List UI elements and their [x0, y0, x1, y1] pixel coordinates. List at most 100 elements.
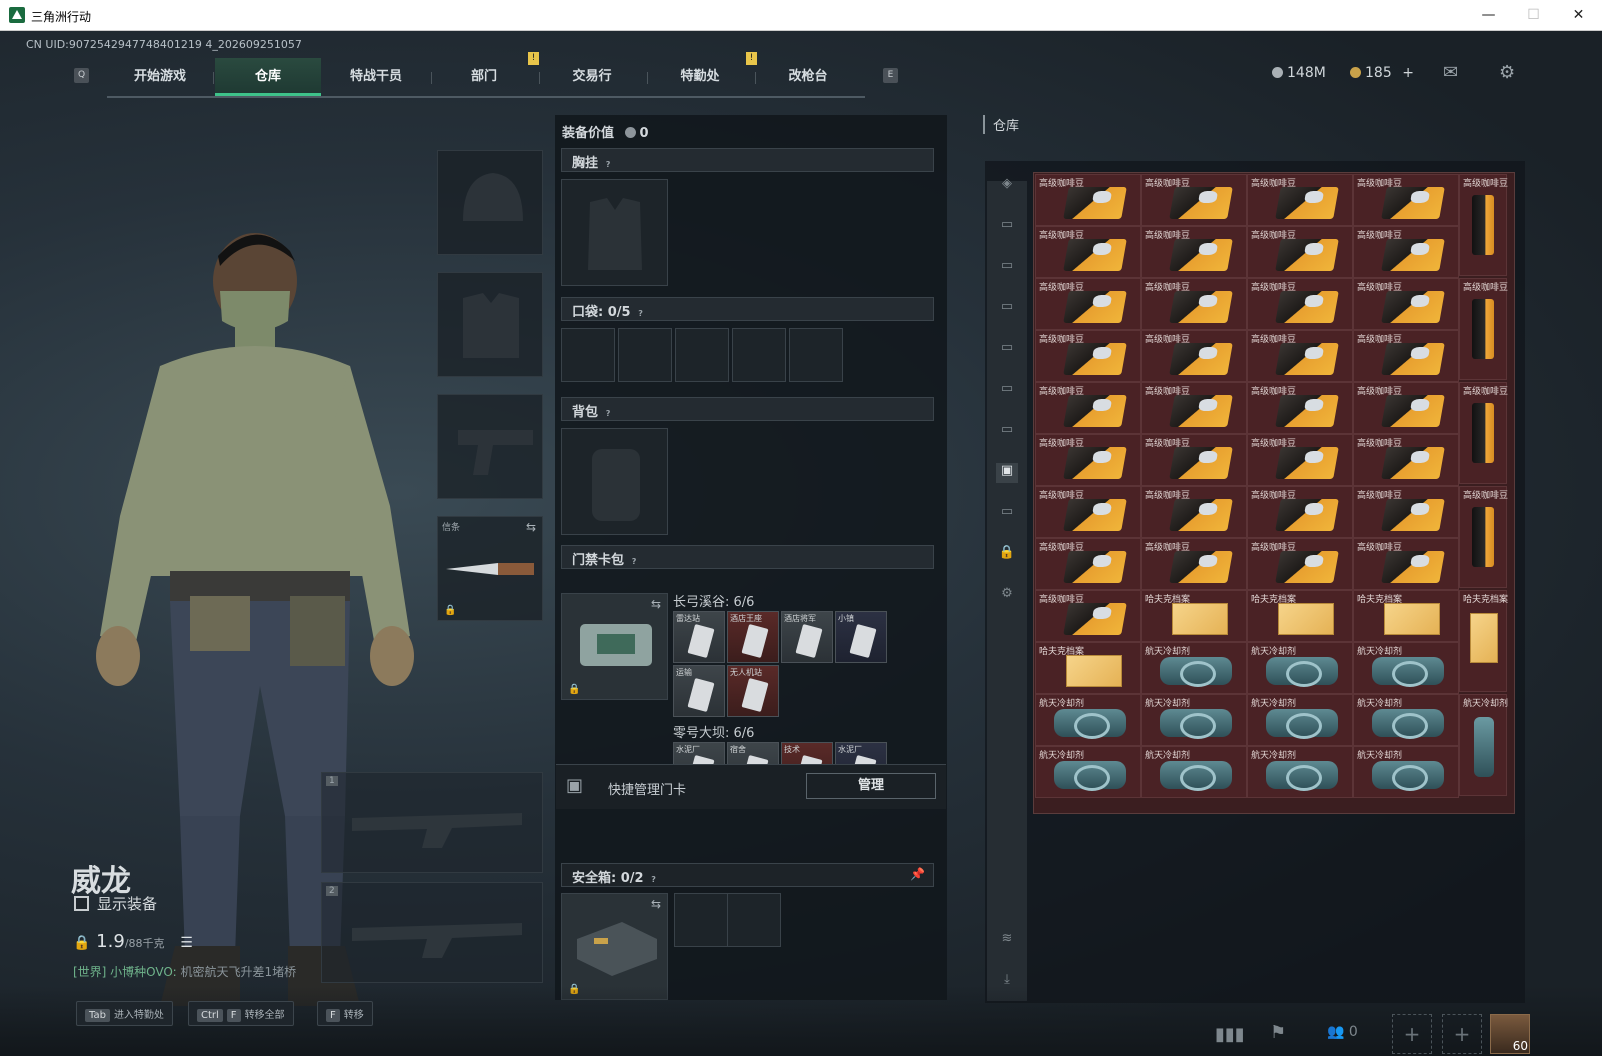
warehouse-item[interactable]: 高级咖啡豆 [1247, 434, 1353, 486]
warehouse-tab-supplies-icon[interactable]: ▭ [996, 504, 1018, 524]
warehouse-item[interactable]: 高级咖啡豆 [1035, 174, 1141, 226]
backpack-slot[interactable] [561, 428, 668, 535]
help-icon[interactable]: ? [602, 408, 614, 420]
warehouse-item[interactable]: 航天冷却剂 [1141, 694, 1247, 746]
warehouse-item[interactable]: 高级咖啡豆 [1353, 330, 1459, 382]
hint-transfer-all[interactable]: Ctrl F 转移全部 [188, 1001, 294, 1026]
keycard-item[interactable]: 酒店将军 [781, 611, 833, 663]
warehouse-item[interactable]: 高级咖啡豆 [1247, 538, 1353, 590]
warehouse-tab-ammo1-icon[interactable]: ▭ [996, 299, 1018, 319]
warehouse-item[interactable]: 高级咖啡豆 [1353, 538, 1459, 590]
tab-warehouse[interactable]: 仓库 [215, 58, 321, 96]
safebox-slot[interactable]: ⇆ 🔒 [561, 893, 668, 1000]
warehouse-item[interactable]: 航天冷却剂 [1247, 694, 1353, 746]
list-icon[interactable]: ☰ [180, 935, 193, 951]
manage-keycards-button[interactable]: 管理 [806, 773, 936, 799]
chest-rig-slot[interactable] [561, 179, 668, 286]
warehouse-tab-medical-icon[interactable]: ▣ [996, 463, 1018, 483]
warehouse-item[interactable]: 航天冷却剂 [1035, 746, 1141, 798]
world-chat[interactable]: [世界] 小博种OVO: 机密航天飞升差1堵桥 [73, 963, 296, 980]
party-indicator[interactable]: 👥 0 [1327, 1024, 1358, 1040]
keycard-item[interactable]: 酒店王座 [727, 611, 779, 663]
mail-icon[interactable]: ✉ [1443, 64, 1463, 82]
warehouse-item[interactable]: 高级咖啡豆 [1353, 174, 1459, 226]
warehouse-item[interactable]: 航天冷却剂 [1459, 694, 1508, 796]
tab-gunsmith[interactable]: 改枪台 [755, 58, 861, 96]
warehouse-tab-ammo2-icon[interactable]: ▭ [996, 340, 1018, 360]
flag-icon[interactable]: ⚑ [1270, 1022, 1286, 1043]
help-icon[interactable]: ? [602, 159, 614, 171]
armor-slot[interactable] [437, 272, 543, 377]
warehouse-item[interactable]: 高级咖啡豆 [1141, 330, 1247, 382]
warehouse-item[interactable]: 高级咖啡豆 [1141, 174, 1247, 226]
warehouse-item[interactable]: 航天冷却剂 [1247, 642, 1353, 694]
warehouse-item[interactable]: 航天冷却剂 [1353, 694, 1459, 746]
primary-weapon-slot-2[interactable]: 2 [321, 882, 543, 983]
warehouse-tab-armor-icon[interactable]: ▭ [996, 258, 1018, 278]
warehouse-item[interactable]: 航天冷却剂 [1353, 642, 1459, 694]
warehouse-item[interactable]: 高级咖啡豆 [1035, 486, 1141, 538]
show-gear-toggle[interactable]: 显示装备 [74, 893, 157, 914]
pocket-slot[interactable] [789, 328, 843, 382]
pocket-slot[interactable] [618, 328, 672, 382]
warehouse-item[interactable]: 哈夫克档案 [1247, 590, 1353, 642]
warehouse-item[interactable]: 高级咖啡豆 [1353, 486, 1459, 538]
invite-slot-button[interactable]: + [1392, 1014, 1432, 1054]
warehouse-item[interactable]: 高级咖啡豆 [1141, 538, 1247, 590]
warehouse-item[interactable]: 高级咖啡豆 [1247, 226, 1353, 278]
settings-gear-icon[interactable]: ⚙ [1499, 64, 1519, 82]
hint-special-ops[interactable]: Tab 进入特勤处 [76, 1001, 173, 1026]
show-gear-checkbox[interactable] [74, 896, 89, 911]
warehouse-item[interactable]: 高级咖啡豆 [1459, 486, 1508, 588]
warehouse-item[interactable]: 高级咖啡豆 [1459, 278, 1508, 380]
pin-icon[interactable]: 📌 [910, 867, 925, 881]
warehouse-tab-ammo3-icon[interactable]: ▭ [996, 381, 1018, 401]
sidearm-slot[interactable] [437, 394, 543, 499]
pocket-slot[interactable] [732, 328, 786, 382]
help-icon[interactable]: ? [648, 874, 660, 886]
warehouse-item[interactable]: 高级咖啡豆 [1141, 382, 1247, 434]
help-icon[interactable]: ? [635, 308, 647, 320]
warehouse-item[interactable]: 高级咖啡豆 [1247, 382, 1353, 434]
warehouse-item[interactable]: 高级咖啡豆 [1141, 226, 1247, 278]
warehouse-tab-all-icon[interactable]: ◈ [996, 176, 1018, 196]
hint-transfer[interactable]: F 转移 [317, 1001, 373, 1026]
pocket-slot[interactable] [561, 328, 615, 382]
swap-icon[interactable]: ⇆ [651, 897, 661, 911]
warehouse-item[interactable]: 航天冷却剂 [1035, 694, 1141, 746]
tab-special-ops[interactable]: 特勤处 [647, 58, 753, 96]
stats-icon[interactable]: ▮▮▮ [1215, 1024, 1245, 1045]
warehouse-item[interactable]: 高级咖啡豆 [1353, 382, 1459, 434]
warehouse-item[interactable]: 高级咖啡豆 [1035, 590, 1141, 642]
keycard-item[interactable]: 雷达站 [673, 611, 725, 663]
warehouse-item[interactable]: 哈夫克档案 [1141, 590, 1247, 642]
tab-market[interactable]: 交易行 [539, 58, 645, 96]
warehouse-item[interactable]: 高级咖啡豆 [1353, 226, 1459, 278]
warehouse-item[interactable]: 哈夫克档案 [1459, 590, 1508, 692]
help-icon[interactable]: ? [628, 556, 640, 568]
close-button[interactable]: ✕ [1556, 0, 1601, 30]
invite-slot-button[interactable]: + [1442, 1014, 1482, 1054]
warehouse-item[interactable]: 高级咖啡豆 [1247, 174, 1353, 226]
warehouse-item[interactable]: 哈夫克档案 [1353, 590, 1459, 642]
player-avatar[interactable]: 60 [1490, 1014, 1530, 1054]
warehouse-item[interactable]: 高级咖啡豆 [1353, 278, 1459, 330]
warehouse-item[interactable]: 高级咖啡豆 [1459, 174, 1508, 276]
tab-operators[interactable]: 特战干员 [323, 58, 429, 96]
warehouse-item[interactable]: 航天冷却剂 [1247, 746, 1353, 798]
melee-slot[interactable]: 信条 ⇆ 🔒 [437, 516, 543, 621]
warehouse-item[interactable]: 高级咖啡豆 [1459, 382, 1508, 484]
warehouse-item[interactable]: 航天冷却剂 [1141, 746, 1247, 798]
tab-department[interactable]: 部门 [431, 58, 537, 96]
warehouse-item[interactable]: 高级咖啡豆 [1035, 226, 1141, 278]
keycard-case-slot[interactable]: ⇆ 🔒 [561, 593, 668, 700]
primary-weapon-slot-1[interactable]: 1 [321, 772, 543, 873]
warehouse-item[interactable]: 哈夫克档案 [1035, 642, 1141, 694]
add-gold-button[interactable]: + [1402, 65, 1414, 81]
tab-start-game[interactable]: 开始游戏 [107, 58, 213, 96]
pocket-slot[interactable] [675, 328, 729, 382]
warehouse-item[interactable]: 高级咖啡豆 [1035, 382, 1141, 434]
warehouse-item[interactable]: 高级咖啡豆 [1247, 486, 1353, 538]
swap-icon[interactable]: ⇆ [651, 597, 661, 611]
minimize-button[interactable]: — [1466, 0, 1511, 30]
